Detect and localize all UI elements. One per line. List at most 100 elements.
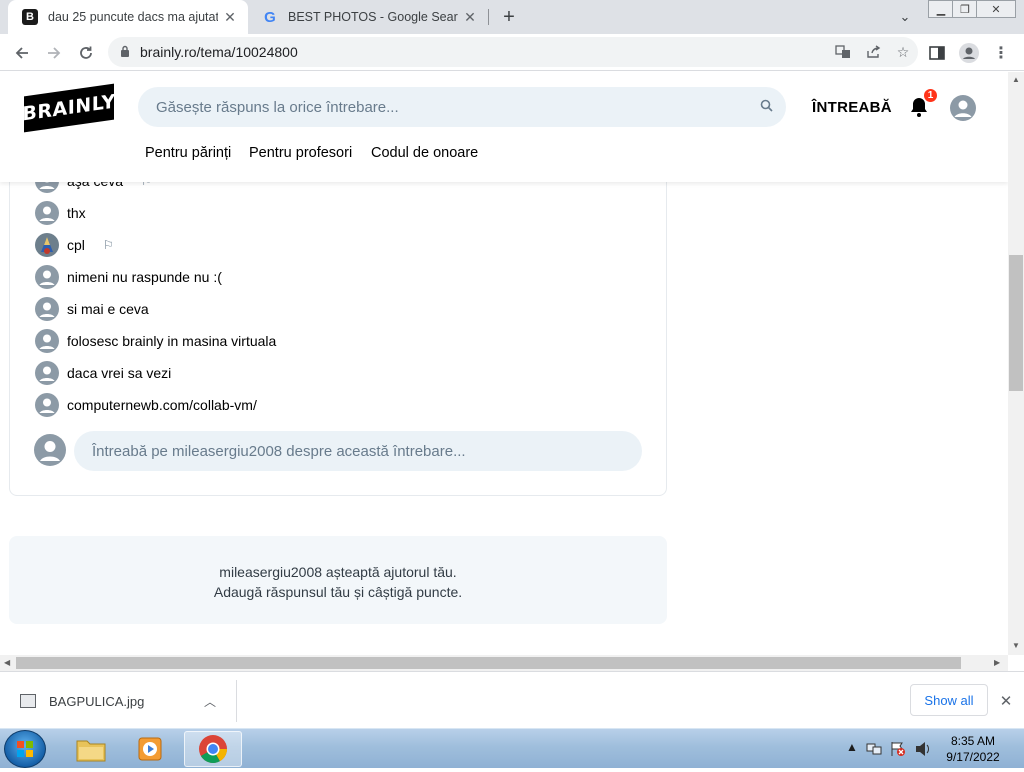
avatar-icon[interactable] bbox=[35, 329, 59, 353]
reload-icon bbox=[80, 46, 92, 59]
comment-item: thx bbox=[35, 199, 86, 227]
tab-title: BEST PHOTOS - Google Search bbox=[288, 10, 458, 24]
download-item[interactable]: BAGPULICA.jpg ︿ bbox=[0, 680, 237, 722]
avatar-icon[interactable] bbox=[35, 361, 59, 385]
vertical-scrollbar[interactable]: ▲ ▼ bbox=[1008, 72, 1024, 655]
download-bar: BAGPULICA.jpg ︿ Show all ✕ bbox=[0, 671, 1024, 728]
network-icon[interactable] bbox=[866, 741, 882, 757]
brainly-favicon: B bbox=[22, 9, 38, 25]
new-tab-button[interactable]: + bbox=[496, 5, 522, 29]
comment-item: computernewb.com/collab-vm/ bbox=[35, 391, 257, 419]
nav-link-teachers[interactable]: Pentru profesori bbox=[249, 145, 352, 161]
scroll-right-arrow-icon[interactable]: ▶ bbox=[994, 658, 1000, 667]
lock-icon[interactable] bbox=[120, 45, 130, 60]
site-search-input[interactable] bbox=[156, 98, 746, 116]
windows-taskbar: ▲ 8:35 AM 9/17/2022 bbox=[0, 728, 1024, 768]
help-line-1: mileasergiu2008 așteaptă ajutorul tău. bbox=[219, 564, 457, 580]
profile-button[interactable] bbox=[956, 40, 982, 66]
chrome-menu-button[interactable]: ⋮ bbox=[988, 40, 1014, 66]
tab-title: dau 25 puncute dacs ma ajutati l bbox=[48, 10, 218, 24]
help-line-2: Adaugă răspunsul tău și câștigă puncte. bbox=[213, 584, 463, 600]
back-button[interactable] bbox=[8, 39, 36, 67]
taskbar-explorer[interactable] bbox=[64, 731, 118, 767]
user-photo-avatar[interactable] bbox=[35, 233, 59, 257]
tab-search-button[interactable]: ⌄ bbox=[894, 6, 916, 28]
tab-divider bbox=[488, 9, 489, 25]
ask-question-button[interactable]: ÎNTREABĂ bbox=[812, 99, 892, 116]
chevron-up-icon[interactable]: ︿ bbox=[200, 693, 220, 710]
comment-text: folosesc brainly in masina virtuala bbox=[67, 333, 277, 349]
avatar-icon[interactable] bbox=[35, 297, 59, 321]
volume-icon[interactable] bbox=[914, 741, 932, 757]
share-icon[interactable] bbox=[858, 40, 888, 64]
reload-button[interactable] bbox=[72, 39, 100, 67]
kebab-menu-icon: ⋮ bbox=[993, 45, 1009, 62]
vertical-scroll-thumb[interactable] bbox=[1009, 255, 1023, 391]
site-search-bar[interactable] bbox=[138, 87, 786, 127]
avatar-icon[interactable] bbox=[35, 201, 59, 225]
comment-input[interactable] bbox=[74, 431, 642, 471]
search-icon[interactable] bbox=[746, 99, 786, 115]
show-all-downloads-button[interactable]: Show all bbox=[910, 684, 988, 716]
tab-strip: B dau 25 puncute dacs ma ajutati l ✕ G B… bbox=[0, 0, 1024, 34]
taskbar-chrome[interactable] bbox=[184, 731, 242, 767]
bookmark-star-icon[interactable]: ☆ bbox=[888, 40, 918, 64]
site-header: BRAINLY ÎNTREABĂ 1 Pentru părinți Pentru… bbox=[0, 72, 1008, 182]
folder-icon bbox=[76, 740, 106, 762]
report-flag-icon[interactable]: ⚐ bbox=[103, 238, 114, 252]
download-file-name[interactable]: BAGPULICA.jpg bbox=[49, 694, 200, 709]
system-clock[interactable]: 8:35 AM 9/17/2022 bbox=[940, 733, 1006, 765]
scroll-left-arrow-icon[interactable]: ◀ bbox=[4, 658, 10, 667]
close-window-button[interactable]: ✕ bbox=[976, 0, 1016, 18]
comment-item: daca vrei sa vezi bbox=[35, 359, 171, 387]
scroll-down-arrow-icon[interactable]: ▼ bbox=[1012, 641, 1020, 650]
forward-button[interactable] bbox=[40, 39, 68, 67]
notification-count-badge: 1 bbox=[923, 88, 938, 103]
page-viewport: aşa ceva ⚐ thx cpl ⚐ nimeni nu raspunde … bbox=[0, 72, 1008, 655]
clock-date: 9/17/2022 bbox=[946, 750, 1000, 764]
scroll-up-arrow-icon[interactable]: ▲ bbox=[1012, 75, 1020, 84]
avatar-icon[interactable] bbox=[35, 393, 59, 417]
avatar-icon[interactable] bbox=[35, 265, 59, 289]
image-file-icon bbox=[20, 694, 36, 708]
comment-text: cpl bbox=[67, 237, 85, 253]
plus-icon: + bbox=[503, 5, 515, 28]
comment-item: folosesc brainly in masina virtuala bbox=[35, 327, 276, 355]
chrome-icon bbox=[199, 735, 227, 763]
nav-link-honor-code[interactable]: Codul de onoare bbox=[371, 145, 478, 161]
awaiting-help-box: mileasergiu2008 așteaptă ajutorul tău. A… bbox=[9, 536, 667, 624]
comment-text: computernewb.com/collab-vm/ bbox=[67, 397, 257, 413]
show-hidden-icons-arrow[interactable]: ▲ bbox=[846, 740, 858, 754]
restore-button[interactable]: ❐ bbox=[952, 0, 978, 18]
horizontal-scrollbar[interactable]: ◀ ▶ bbox=[0, 655, 1008, 671]
comment-text: si mai e ceva bbox=[67, 301, 149, 317]
start-button[interactable] bbox=[4, 730, 46, 768]
chevron-down-icon: ⌄ bbox=[899, 9, 911, 24]
browser-toolbar: brainly.ro/tema/10024800 ☆ ⋮ bbox=[0, 34, 1024, 71]
taskbar-media-player[interactable] bbox=[124, 731, 178, 767]
address-bar[interactable]: brainly.ro/tema/10024800 ☆ bbox=[108, 37, 918, 67]
translate-icon[interactable] bbox=[828, 40, 858, 64]
back-arrow-icon bbox=[15, 47, 28, 59]
close-tab-icon[interactable]: ✕ bbox=[218, 5, 242, 29]
nav-link-parents[interactable]: Pentru părinți bbox=[145, 145, 231, 161]
forward-arrow-icon bbox=[48, 47, 61, 59]
windows-logo-icon bbox=[17, 741, 33, 757]
current-user-avatar bbox=[34, 434, 66, 466]
action-center-flag-icon[interactable] bbox=[890, 741, 906, 757]
close-download-bar-icon[interactable]: ✕ bbox=[995, 690, 1017, 712]
tab-brainly[interactable]: B dau 25 puncute dacs ma ajutati l ✕ bbox=[8, 0, 248, 34]
url-text[interactable]: brainly.ro/tema/10024800 bbox=[140, 44, 828, 60]
comment-item: si mai e ceva bbox=[35, 295, 149, 323]
tab-google-search[interactable]: G BEST PHOTOS - Google Search ✕ bbox=[248, 0, 488, 34]
user-avatar-icon[interactable] bbox=[950, 95, 976, 121]
comment-text: nimeni nu raspunde nu :( bbox=[67, 269, 222, 285]
brainly-logo[interactable]: BRAINLY bbox=[22, 83, 116, 133]
comment-text: thx bbox=[67, 205, 86, 221]
close-tab-icon[interactable]: ✕ bbox=[458, 5, 482, 29]
side-panel-icon bbox=[929, 46, 945, 60]
horizontal-scroll-thumb[interactable] bbox=[16, 657, 961, 669]
minimize-button[interactable]: ▁ bbox=[928, 0, 954, 18]
side-panel-button[interactable] bbox=[924, 40, 950, 66]
comment-text: daca vrei sa vezi bbox=[67, 365, 172, 381]
